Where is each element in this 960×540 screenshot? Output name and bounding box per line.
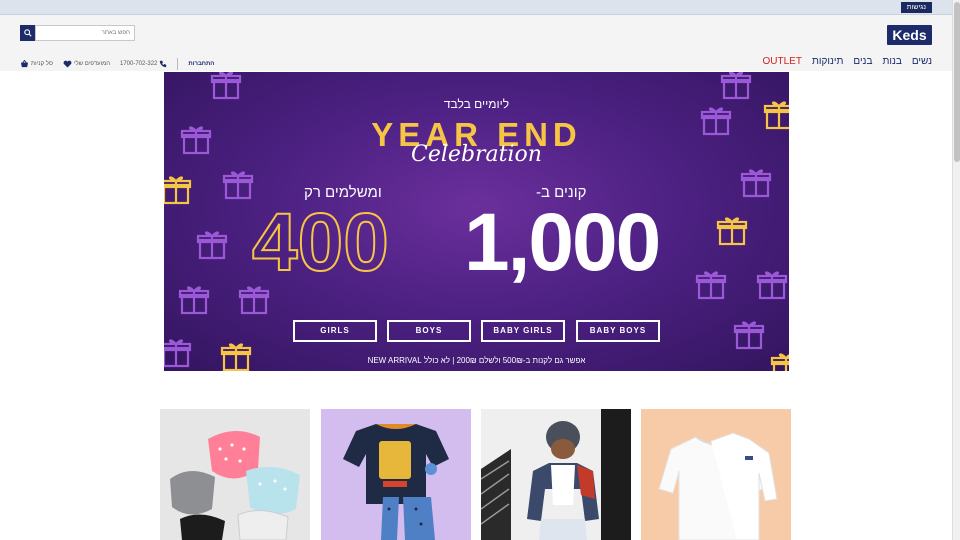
baby-girls-button[interactable]: BABY GIRLS <box>481 320 565 342</box>
bodysuits-image <box>641 409 791 540</box>
pay-value: 400 <box>251 196 390 289</box>
nav-babies[interactable]: תינוקות <box>812 56 843 67</box>
pajamas-image <box>321 409 471 540</box>
nav-women[interactable]: נשים <box>912 56 932 67</box>
banner-footnote: אפשר גם לקנות ב-500₪ ולשלם 200₪ | לא כול… <box>367 356 586 365</box>
page-scrollbar[interactable] <box>952 0 960 540</box>
divider <box>177 58 179 70</box>
banner-script: Celebration <box>411 142 542 167</box>
phone-link[interactable]: 1700-702-322 <box>120 60 167 68</box>
nav-boys[interactable]: בנים <box>853 56 872 67</box>
accessibility-button[interactable]: נגישות <box>900 2 932 13</box>
cart-link[interactable]: סל קניות <box>20 60 53 68</box>
boy-image <box>481 409 631 540</box>
header: Keds נשים בנות בנים תינוקות OUTLET סל קנ… <box>0 15 952 71</box>
product-card-bodysuits[interactable] <box>641 409 791 540</box>
search-input[interactable] <box>35 25 135 41</box>
keds-logo[interactable]: Keds <box>887 25 932 45</box>
bibs-image <box>160 409 310 540</box>
favorites-link[interactable]: המועדפים שלי <box>63 60 110 68</box>
cart-label: סל קניות <box>31 61 53 67</box>
baby-boys-button[interactable]: BABY BOYS <box>576 320 660 342</box>
search-button[interactable] <box>20 25 35 41</box>
main-nav: נשים בנות בנים תינוקות OUTLET <box>763 56 932 67</box>
product-card-boy[interactable] <box>481 409 631 540</box>
heart-icon <box>63 60 72 68</box>
product-card-pajamas[interactable] <box>321 409 471 540</box>
hero-banner[interactable]: ליומיים בלבד YEAR END Celebration קונים … <box>164 72 789 371</box>
login-link[interactable]: התחברות <box>188 61 214 67</box>
search-icon <box>23 29 32 37</box>
product-card-bibs[interactable] <box>160 409 310 540</box>
utility-links: סל קניות המועדפים שלי 1700-702-322 התחבר… <box>20 58 214 70</box>
top-bar: נגישות <box>0 0 952 15</box>
cart-icon <box>20 60 29 68</box>
banner-subtitle: ליומיים בלבד <box>443 97 510 111</box>
girls-button[interactable]: GIRLS <box>293 320 377 342</box>
buy-value: 1,000 <box>464 197 661 288</box>
search-bar <box>20 25 135 41</box>
nav-girls[interactable]: בנות <box>882 56 901 67</box>
boys-button[interactable]: BOYS <box>387 320 471 342</box>
phone-icon <box>160 60 167 68</box>
scrollbar-thumb[interactable] <box>954 2 960 162</box>
nav-outlet[interactable]: OUTLET <box>763 56 802 67</box>
favorites-label: המועדפים שלי <box>73 61 110 67</box>
phone-number: 1700-702-322 <box>120 61 158 67</box>
